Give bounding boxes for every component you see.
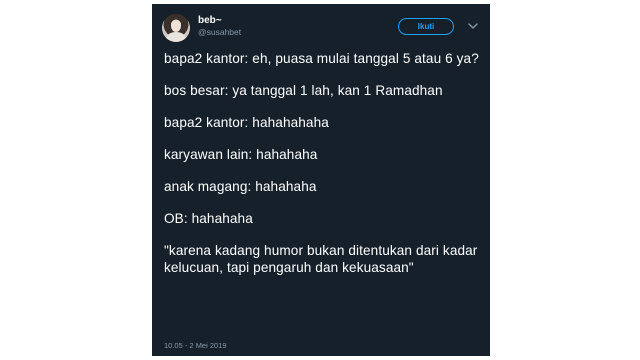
avatar-face [171,20,181,32]
chevron-down-icon[interactable] [468,22,478,30]
tweet-line: bos besar: ya tanggal 1 lah, kan 1 Ramad… [164,83,443,98]
tweet-line: "karena kadang humor bukan ditentukan da… [164,243,478,275]
tweet-line: bapa2 kantor: hahahahaha [164,115,329,130]
follow-button[interactable]: Ikuti [398,18,454,35]
tweet-line: karyawan lain: hahahaha [164,147,318,162]
avatar[interactable] [162,14,190,42]
tweet-header: beb~ @susahbet Ikuti [162,12,480,44]
tweet-line: OB: hahahaha [164,211,253,226]
tweet-text: bapa2 kantor: eh, puasa mulai tanggal 5 … [164,50,480,276]
tweet-line: bapa2 kantor: eh, puasa mulai tanggal 5 … [164,51,479,66]
tweet-timestamp[interactable]: 10.05 - 2 Mei 2019 [164,341,227,350]
author-block[interactable]: beb~ @susahbet [198,15,241,38]
tweet-line: anak magang: hahahaha [164,179,317,194]
tweet-card: beb~ @susahbet Ikuti bapa2 kantor: eh, p… [152,4,490,356]
display-name[interactable]: beb~ [198,15,241,27]
handle[interactable]: @susahbet [198,27,241,38]
avatar-body [166,32,186,42]
